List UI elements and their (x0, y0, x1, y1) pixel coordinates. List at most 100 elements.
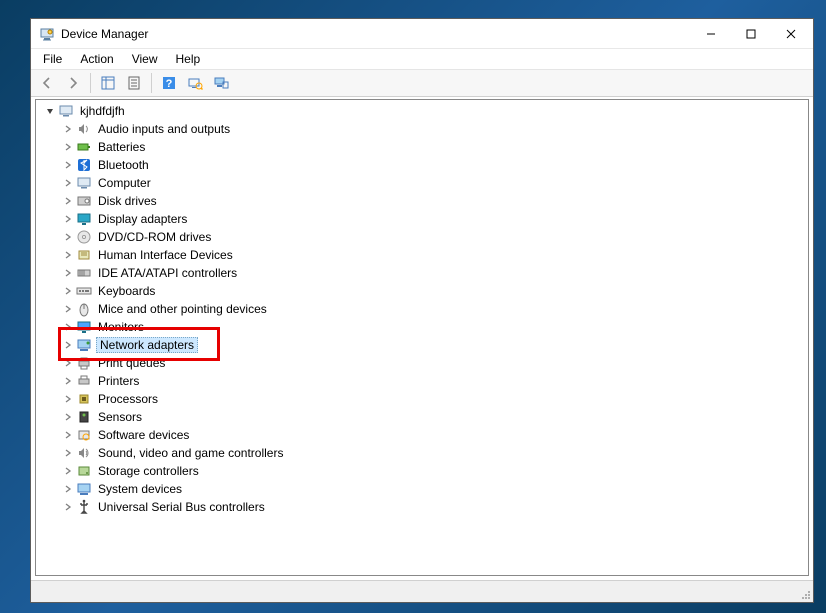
tree-item[interactable]: Network adapters (40, 336, 808, 354)
chevron-right-icon[interactable] (62, 285, 74, 297)
menu-help[interactable]: Help (168, 51, 209, 67)
software-icon (76, 427, 92, 443)
chevron-right-icon[interactable] (62, 195, 74, 207)
chevron-right-icon[interactable] (62, 213, 74, 225)
tree-item[interactable]: Sound, video and game controllers (40, 444, 808, 462)
help-button[interactable]: ? (157, 72, 181, 94)
tree-item[interactable]: Universal Serial Bus controllers (40, 498, 808, 516)
chevron-right-icon[interactable] (62, 303, 74, 315)
forward-button[interactable] (61, 72, 85, 94)
tree-item-label: Storage controllers (96, 464, 201, 478)
chevron-right-icon[interactable] (62, 483, 74, 495)
devices-printers-button[interactable] (209, 72, 233, 94)
chevron-right-icon[interactable] (62, 375, 74, 387)
tree-item-label: DVD/CD-ROM drives (96, 230, 213, 244)
menubar: File Action View Help (31, 49, 813, 69)
tree-item-label: Universal Serial Bus controllers (96, 500, 267, 514)
scan-hardware-button[interactable] (183, 72, 207, 94)
tree-item-label: Network adapters (96, 337, 198, 353)
tree-item[interactable]: Mice and other pointing devices (40, 300, 808, 318)
tree-item[interactable]: Human Interface Devices (40, 246, 808, 264)
minimize-button[interactable] (691, 20, 731, 48)
tree-item-label: System devices (96, 482, 184, 496)
tree-item[interactable]: Keyboards (40, 282, 808, 300)
toolbar: ? (31, 69, 813, 97)
sound-icon (76, 445, 92, 461)
chevron-right-icon[interactable] (62, 177, 74, 189)
tree-item[interactable]: Audio inputs and outputs (40, 120, 808, 138)
tree-item[interactable]: IDE ATA/ATAPI controllers (40, 264, 808, 282)
tree-item-label: Batteries (96, 140, 147, 154)
chevron-right-icon[interactable] (62, 357, 74, 369)
tree-item-label: Keyboards (96, 284, 157, 298)
app-icon (39, 26, 55, 42)
tree-item[interactable]: Bluetooth (40, 156, 808, 174)
tree-item-label: Software devices (96, 428, 191, 442)
menu-file[interactable]: File (35, 51, 70, 67)
titlebar[interactable]: Device Manager (31, 19, 813, 49)
chevron-right-icon[interactable] (62, 123, 74, 135)
monitor-icon (76, 319, 92, 335)
svg-text:?: ? (166, 78, 173, 90)
chevron-right-icon[interactable] (62, 249, 74, 261)
ide-icon (76, 265, 92, 281)
chevron-right-icon[interactable] (62, 339, 74, 351)
tree-item[interactable]: Storage controllers (40, 462, 808, 480)
mouse-icon (76, 301, 92, 317)
tree-root-node[interactable]: kjhdfdjfh (40, 102, 808, 120)
printqueue-icon (76, 355, 92, 371)
tree-item-label: Sound, video and game controllers (96, 446, 285, 460)
tree-item[interactable]: DVD/CD-ROM drives (40, 228, 808, 246)
back-button[interactable] (35, 72, 59, 94)
chevron-down-icon[interactable] (44, 105, 56, 117)
tree-item[interactable]: System devices (40, 480, 808, 498)
system-icon (76, 481, 92, 497)
chevron-right-icon[interactable] (62, 411, 74, 423)
toolbar-separator (151, 73, 152, 93)
chevron-right-icon[interactable] (62, 159, 74, 171)
menu-action[interactable]: Action (72, 51, 121, 67)
chevron-right-icon[interactable] (62, 321, 74, 333)
tree-item-label: Disk drives (96, 194, 159, 208)
show-hide-tree-button[interactable] (96, 72, 120, 94)
hid-icon (76, 247, 92, 263)
maximize-button[interactable] (731, 20, 771, 48)
battery-icon (76, 139, 92, 155)
tree-item-label: Audio inputs and outputs (96, 122, 232, 136)
tree-view[interactable]: kjhdfdjfh Audio inputs and outputs Batter… (35, 99, 809, 576)
tree-item[interactable]: Batteries (40, 138, 808, 156)
speaker-icon (76, 121, 92, 137)
tree-item[interactable]: Display adapters (40, 210, 808, 228)
tree-item[interactable]: Disk drives (40, 192, 808, 210)
keyboard-icon (76, 283, 92, 299)
tree-item[interactable]: Computer (40, 174, 808, 192)
statusbar (31, 580, 813, 602)
close-button[interactable] (771, 20, 811, 48)
usb-icon (76, 499, 92, 515)
chevron-right-icon[interactable] (62, 447, 74, 459)
chevron-right-icon[interactable] (62, 231, 74, 243)
chevron-right-icon[interactable] (62, 267, 74, 279)
computer-icon (58, 103, 74, 119)
tree-item[interactable]: Sensors (40, 408, 808, 426)
properties-button[interactable] (122, 72, 146, 94)
device-manager-window: Device Manager File Action View Help (30, 18, 814, 603)
tree-item[interactable]: Print queues (40, 354, 808, 372)
tree-item-label: Monitors (96, 320, 146, 334)
tree-item[interactable]: Printers (40, 372, 808, 390)
tree-item[interactable]: Software devices (40, 426, 808, 444)
chevron-right-icon[interactable] (62, 465, 74, 477)
cd-icon (76, 229, 92, 245)
chevron-right-icon[interactable] (62, 393, 74, 405)
tree-item[interactable]: Monitors (40, 318, 808, 336)
resize-grip-icon[interactable] (795, 581, 813, 602)
tree-item[interactable]: Processors (40, 390, 808, 408)
menu-view[interactable]: View (124, 51, 166, 67)
chevron-right-icon[interactable] (62, 501, 74, 513)
display-icon (76, 211, 92, 227)
tree-item-label: Computer (96, 176, 153, 190)
network-icon (76, 337, 92, 353)
disk-icon (76, 193, 92, 209)
chevron-right-icon[interactable] (62, 141, 74, 153)
chevron-right-icon[interactable] (62, 429, 74, 441)
